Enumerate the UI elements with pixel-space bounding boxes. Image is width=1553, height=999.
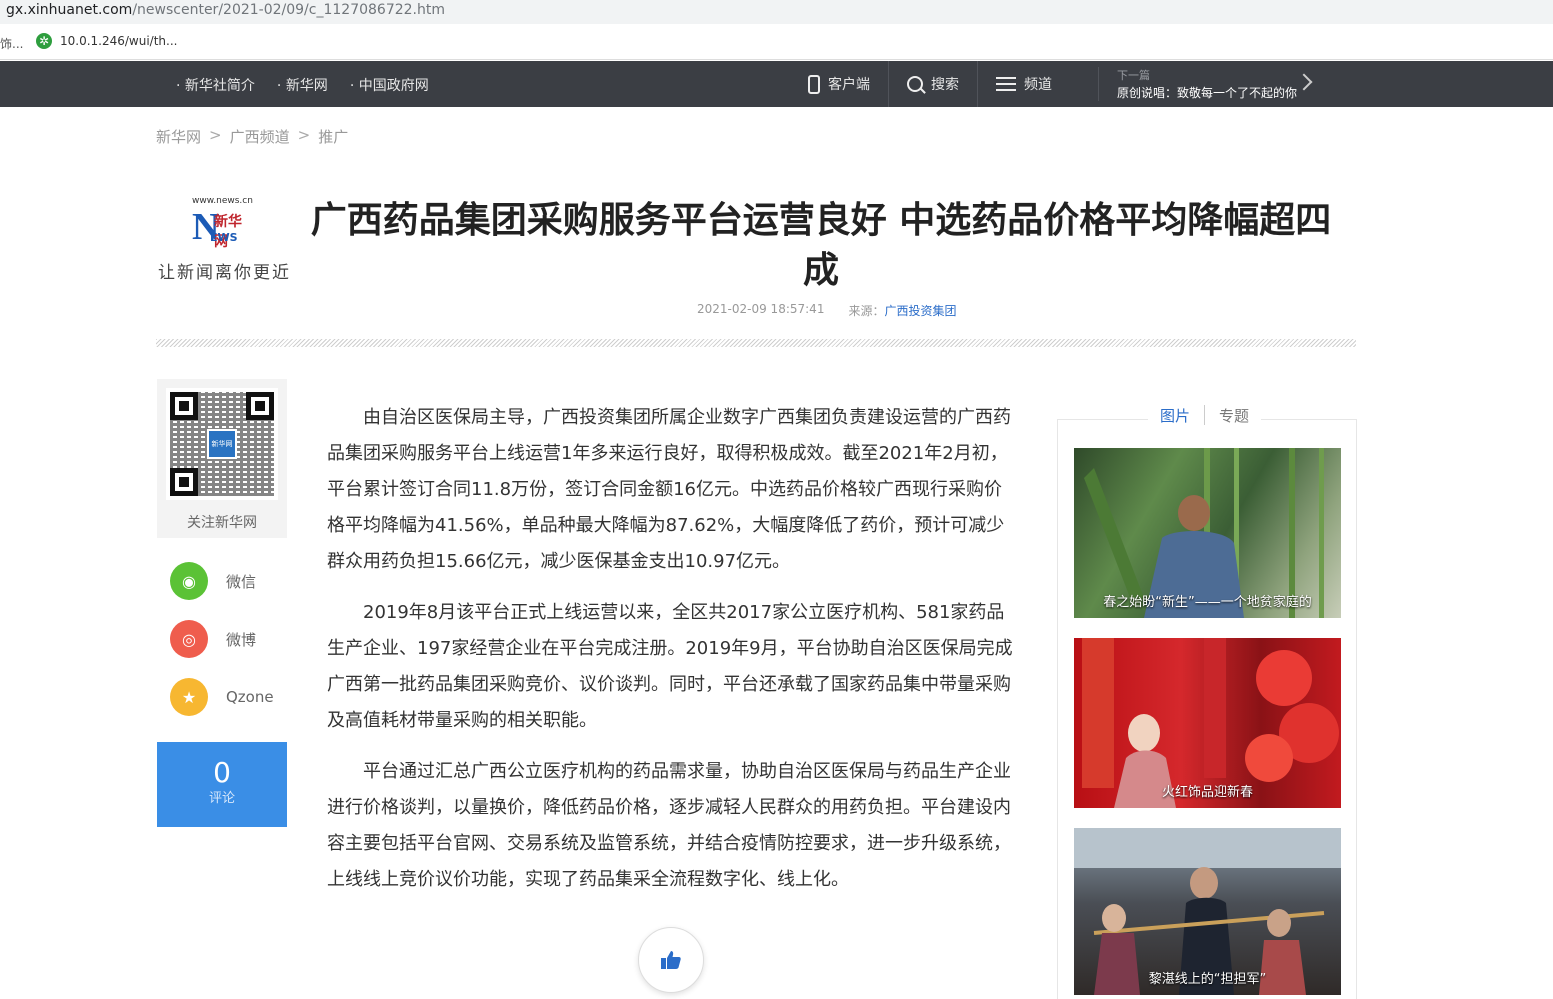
bookmark-fragment[interactable]: 饰...: [0, 35, 23, 52]
topnav-link-gov[interactable]: 中国政府网: [350, 75, 429, 95]
channel-label: 频道: [1024, 77, 1052, 93]
topnav-link-about[interactable]: 新华社简介: [176, 75, 255, 95]
topnav-tools: 客户端 搜索 频道: [790, 61, 1070, 107]
top-navigation: 新华社简介 新华网 中国政府网 客户端 搜索 频道 下一篇 原创说唱：致敬每一个…: [0, 61, 1553, 107]
gear-bookmark-icon: ✲: [36, 33, 52, 49]
picture-card[interactable]: 火红饰品迎新春: [1074, 638, 1341, 808]
article-title: 广西药品集团采购服务平台运营良好 中选药品价格平均降幅超四成: [310, 200, 1332, 291]
share-wechat[interactable]: ◉ 微信: [170, 562, 256, 600]
article-source[interactable]: 广西投资集团: [884, 304, 956, 318]
tab-pictures[interactable]: 图片: [1160, 405, 1190, 426]
client-button[interactable]: 客户端: [790, 61, 888, 107]
comment-button[interactable]: 0 评论: [157, 742, 287, 827]
breadcrumb-current[interactable]: 推广: [318, 126, 348, 147]
next-article-link[interactable]: 下一篇 原创说唱：致敬每一个了不起的你: [1098, 67, 1297, 101]
tab-divider: [1204, 405, 1206, 425]
thumbs-up-icon: [661, 951, 681, 969]
share-label: Qzone: [226, 688, 274, 706]
article-meta: 2021-02-09 18:57:41 来源：广西投资集团: [697, 302, 956, 319]
search-button[interactable]: 搜索: [888, 61, 977, 107]
news-logo-mark: N 新华网 EWS: [192, 205, 252, 250]
breadcrumb: 新华网 > 广西频道 > 推广: [156, 126, 348, 147]
bookmarks-bar: 饰... ✲ 10.0.1.246/wui/th...: [0, 24, 1553, 60]
client-label: 客户端: [828, 77, 870, 93]
bookmark-item[interactable]: ✲ 10.0.1.246/wui/th...: [36, 33, 177, 49]
wechat-icon: ◉: [170, 562, 208, 600]
article-datetime: 2021-02-09 18:57:41: [697, 302, 825, 316]
breadcrumb-channel[interactable]: 广西频道: [230, 126, 290, 147]
breadcrumb-separator: >: [297, 126, 311, 144]
share-label: 微信: [226, 572, 257, 591]
share-label: 微博: [226, 630, 257, 649]
rail-tabs: 图片 专题: [1148, 405, 1262, 426]
bookmark-label: 10.0.1.246/wui/th...: [60, 34, 178, 48]
search-icon: [907, 76, 923, 92]
weibo-icon: ◎: [170, 620, 208, 658]
comment-label: 评论: [208, 791, 235, 806]
picture-caption: 春之始盼“新生”——一个地贫家庭的: [1103, 595, 1312, 610]
url-path: /newscenter/2021-02/09/c_1127086722.htm: [132, 2, 445, 18]
like-button[interactable]: [638, 927, 704, 993]
breadcrumb-home[interactable]: 新华网: [156, 126, 201, 147]
comment-count: 0: [213, 756, 231, 789]
next-article-label: 下一篇: [1117, 69, 1150, 82]
picture-card[interactable]: 黎湛线上的“担担军”: [1074, 828, 1341, 995]
picture-caption: 黎湛线上的“担担军”: [1148, 972, 1267, 987]
url-host: gx.xinhuanet.com: [6, 2, 133, 18]
breadcrumb-separator: >: [209, 126, 222, 144]
picture-card[interactable]: 春之始盼“新生”——一个地贫家庭的: [1074, 448, 1341, 618]
qzone-star-icon: ★: [170, 678, 208, 716]
qr-code: 新华网: [166, 388, 278, 500]
channel-button[interactable]: 频道: [977, 61, 1070, 107]
logo-slogan: 让新闻离你更近: [158, 263, 291, 283]
header-divider: [156, 339, 1356, 347]
article-paragraph: 2019年8月该平台正式上线运营以来，全区共2017家公立医疗机构、581家药品…: [327, 602, 1013, 731]
topnav-link-xinhuanet[interactable]: 新华网: [277, 75, 328, 95]
menu-icon: [996, 77, 1016, 91]
article-paragraph: 平台通过汇总广西公立医疗机构的药品需求量，协助自治区医保局与药品生产企业进行价格…: [327, 761, 1011, 890]
logo-word: EWS: [210, 231, 238, 244]
qr-panel: 新华网 关注新华网: [157, 379, 287, 538]
tab-topics[interactable]: 专题: [1219, 405, 1249, 426]
topnav-links: 新华社简介 新华网 中国政府网: [176, 75, 429, 95]
qr-label: 关注新华网: [187, 515, 257, 531]
xinhua-logo[interactable]: www.news.cn N 新华网 EWS 让新闻离你更近: [156, 196, 296, 286]
share-qzone[interactable]: ★ Qzone: [170, 678, 274, 716]
address-bar[interactable]: gx.xinhuanet.com/newscenter/2021-02/09/c…: [0, 0, 1553, 24]
picture-caption: 火红饰品迎新春: [1161, 785, 1253, 800]
next-article-title: 原创说唱：致敬每一个了不起的你: [1117, 86, 1298, 100]
qr-center-logo: 新华网: [207, 429, 237, 459]
chevron-right-icon[interactable]: [1295, 73, 1313, 91]
article-body: 由自治区医保局主导，广西投资集团所属企业数字广西集团负责建设运营的广西药品集团采…: [327, 400, 1017, 913]
article-paragraph: 由自治区医保局主导，广西投资集团所属企业数字广西集团负责建设运营的广西药品集团采…: [327, 407, 1011, 572]
share-weibo[interactable]: ◎ 微博: [170, 620, 256, 658]
phone-icon: [808, 74, 820, 94]
search-label: 搜索: [931, 77, 959, 93]
source-label: 来源：: [848, 304, 885, 318]
